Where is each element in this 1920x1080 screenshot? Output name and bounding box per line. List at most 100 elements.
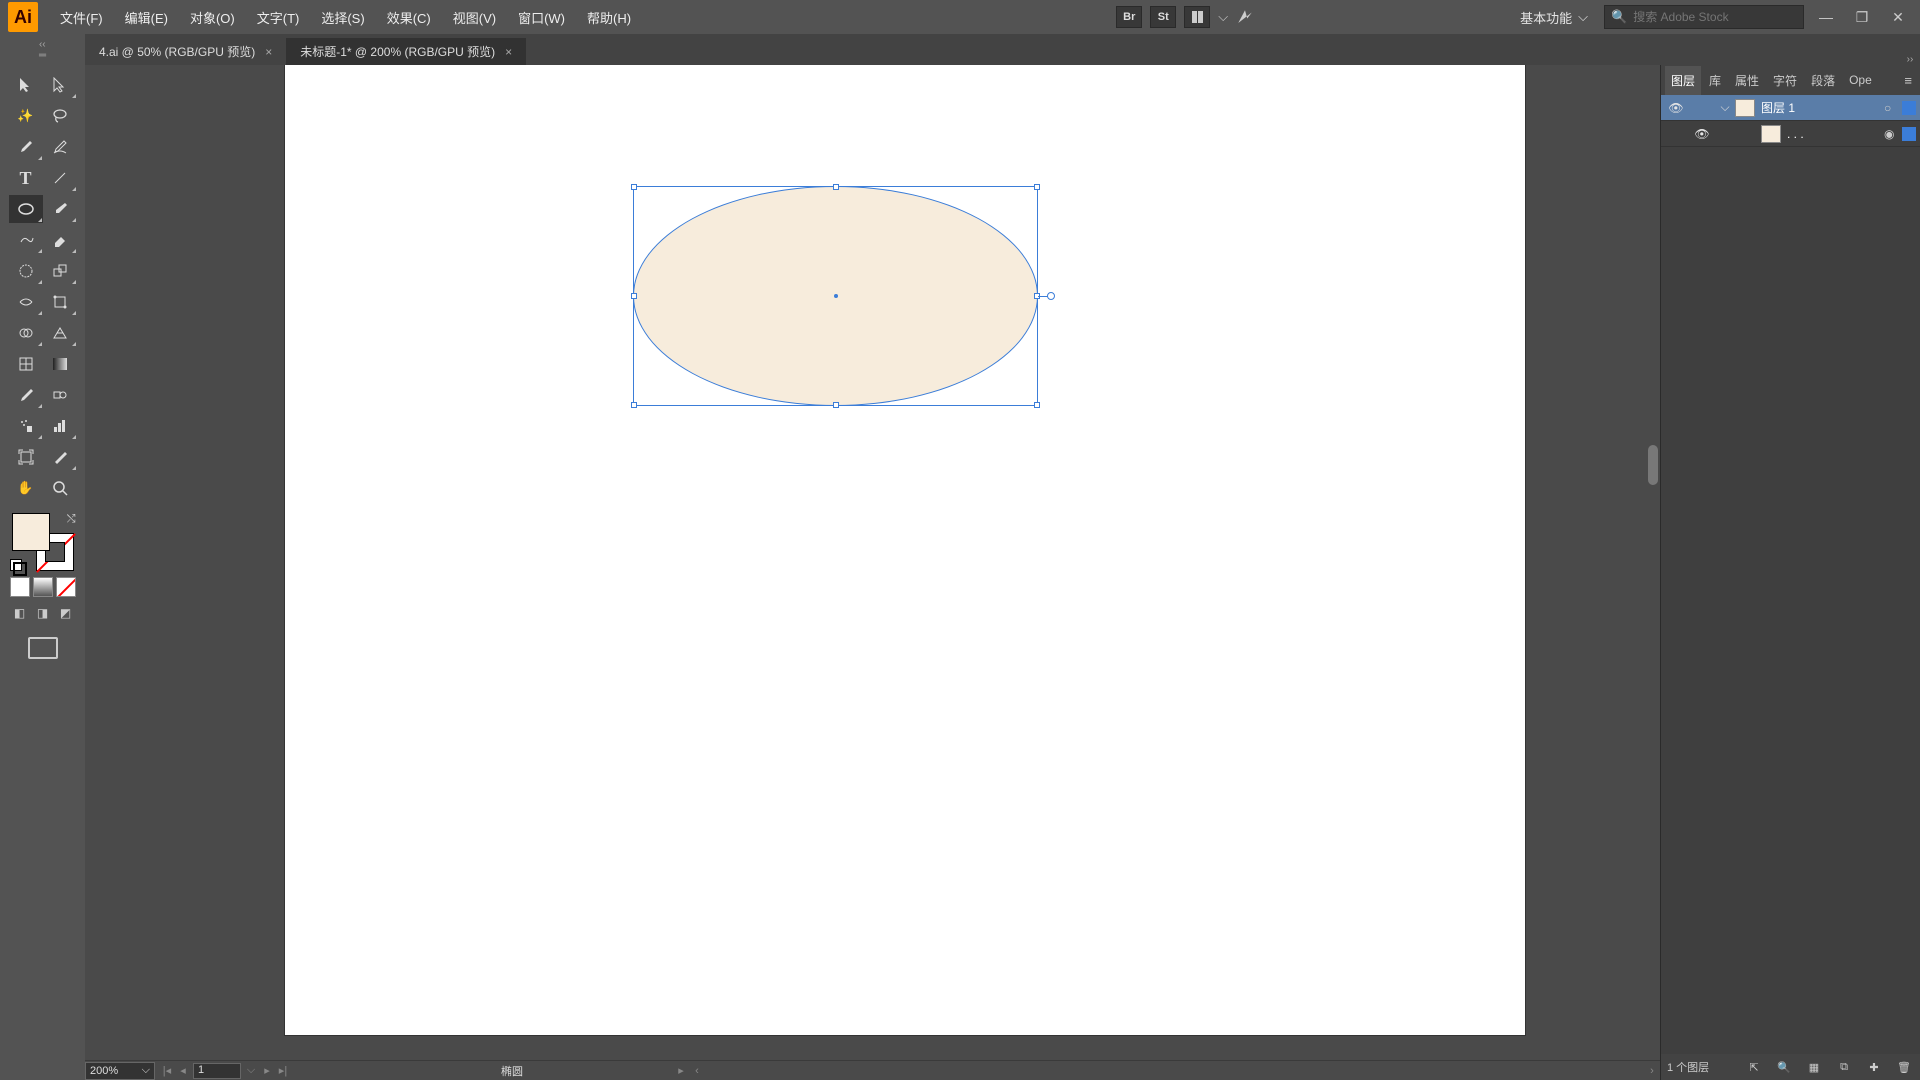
free-transform-tool[interactable] xyxy=(43,288,77,316)
tab-paragraph[interactable]: 段落 xyxy=(1805,66,1841,95)
rotate-handle[interactable] xyxy=(1047,292,1055,300)
scroll-left-button[interactable]: ‹ xyxy=(689,1065,705,1077)
menu-edit[interactable]: 编辑(E) xyxy=(115,2,178,33)
lasso-tool[interactable] xyxy=(43,102,77,130)
horizontal-scrollbar[interactable] xyxy=(711,1065,1638,1077)
visibility-toggle-icon[interactable]: 👁 xyxy=(1661,101,1691,115)
target-icon[interactable]: ◉ xyxy=(1884,127,1902,141)
selection-tool[interactable] xyxy=(9,71,43,99)
chevron-down-icon[interactable]: ⌵ xyxy=(1218,9,1228,25)
hand-tool[interactable]: ✋ xyxy=(9,474,43,502)
new-sublayer-icon[interactable]: ⧉ xyxy=(1834,1061,1854,1074)
slice-tool[interactable] xyxy=(43,443,77,471)
blend-tool[interactable] xyxy=(43,381,77,409)
type-tool[interactable]: T xyxy=(9,164,43,192)
menu-select[interactable]: 选择(S) xyxy=(311,2,374,33)
expand-layer-icon[interactable]: ⌵ xyxy=(1715,100,1735,115)
line-tool[interactable] xyxy=(43,164,77,192)
menu-window[interactable]: 窗口(W) xyxy=(508,2,575,33)
export-icon[interactable]: ⇱ xyxy=(1744,1061,1764,1074)
vertical-scrollbar[interactable] xyxy=(1646,65,1660,1040)
doc-tab-2[interactable]: 未标题-1* @ 200% (RGB/GPU 预览)× xyxy=(286,38,526,65)
delete-layer-icon[interactable]: 🗑 xyxy=(1894,1061,1914,1074)
width-tool[interactable] xyxy=(9,288,43,316)
new-layer-icon[interactable]: ✚ xyxy=(1864,1061,1884,1074)
clip-mask-icon[interactable]: ▦ xyxy=(1804,1061,1824,1074)
mesh-tool[interactable] xyxy=(9,350,43,378)
close-button[interactable]: ✕ xyxy=(1884,7,1912,27)
bridge-button[interactable]: Br xyxy=(1116,6,1142,28)
stock-button[interactable]: St xyxy=(1150,6,1176,28)
tab-opentype[interactable]: Ope xyxy=(1843,67,1878,93)
default-fill-stroke-icon[interactable] xyxy=(10,559,22,571)
close-tab-icon[interactable]: × xyxy=(265,45,272,59)
document-view[interactable] xyxy=(85,65,1660,1060)
chevron-down-icon[interactable]: ⌵ xyxy=(243,1064,259,1077)
artboard[interactable] xyxy=(285,65,1525,1035)
arrange-docs-button[interactable] xyxy=(1184,6,1210,28)
curvature-tool[interactable] xyxy=(43,133,77,161)
selection-indicator[interactable] xyxy=(1902,101,1916,115)
tab-properties[interactable]: 属性 xyxy=(1729,66,1765,95)
shaper-tool[interactable] xyxy=(9,226,43,254)
draw-behind-button[interactable]: ◨ xyxy=(33,603,53,623)
layer-name[interactable]: 图层 1 xyxy=(1761,99,1884,116)
target-icon[interactable]: ○ xyxy=(1884,101,1902,115)
gradient-mode-button[interactable] xyxy=(33,577,53,597)
artboard-number-input[interactable]: 1 xyxy=(193,1063,241,1079)
tab-character[interactable]: 字符 xyxy=(1767,66,1803,95)
fill-swatch[interactable] xyxy=(12,513,50,551)
draw-inside-button[interactable]: ◩ xyxy=(56,603,76,623)
close-tab-icon[interactable]: × xyxy=(505,45,512,59)
minimize-button[interactable]: — xyxy=(1812,7,1840,27)
locate-object-icon[interactable]: 🔍 xyxy=(1774,1061,1794,1074)
workspace-switcher[interactable]: 基本功能⌵ xyxy=(1512,4,1596,31)
tab-libraries[interactable]: 库 xyxy=(1703,66,1727,95)
eyedropper-tool[interactable] xyxy=(9,381,43,409)
fill-stroke-control[interactable]: ⤭ xyxy=(8,513,78,571)
graph-tool[interactable] xyxy=(43,412,77,440)
prev-artboard-button[interactable]: ◂ xyxy=(175,1064,191,1077)
none-mode-button[interactable] xyxy=(56,577,76,597)
zoom-tool[interactable] xyxy=(43,474,77,502)
draw-normal-button[interactable]: ◧ xyxy=(10,603,30,623)
artboard-tool[interactable] xyxy=(9,443,43,471)
ellipse-tool[interactable] xyxy=(9,195,43,223)
gradient-tool[interactable] xyxy=(43,350,77,378)
sublayer-name[interactable]: . . . xyxy=(1787,127,1884,141)
magic-wand-tool[interactable]: ✨ xyxy=(9,102,43,130)
swap-fill-stroke-icon[interactable]: ⤭ xyxy=(67,513,76,526)
maximize-button[interactable]: ❐ xyxy=(1848,7,1876,27)
last-artboard-button[interactable]: ▸| xyxy=(275,1064,291,1077)
panel-menu-icon[interactable]: ≡ xyxy=(1900,69,1916,92)
screen-mode-button[interactable] xyxy=(28,637,58,659)
perspective-tool[interactable] xyxy=(43,319,77,347)
scroll-right-button[interactable]: › xyxy=(1644,1065,1660,1077)
symbol-sprayer-tool[interactable] xyxy=(9,412,43,440)
menu-view[interactable]: 视图(V) xyxy=(443,2,506,33)
doc-tab-1[interactable]: 4.ai @ 50% (RGB/GPU 预览)× xyxy=(85,38,286,65)
ellipse-shape[interactable] xyxy=(633,186,1038,406)
gpu-icon[interactable] xyxy=(1236,8,1256,26)
zoom-level-select[interactable]: 200%⌵ xyxy=(85,1062,155,1080)
rotate-tool[interactable] xyxy=(9,257,43,285)
menu-type[interactable]: 文字(T) xyxy=(247,2,310,33)
menu-help[interactable]: 帮助(H) xyxy=(577,2,641,33)
search-input[interactable] xyxy=(1633,10,1797,24)
layer-row[interactable]: 👁 ⌵ 图层 1 ○ xyxy=(1661,95,1920,121)
selection-indicator[interactable] xyxy=(1902,127,1916,141)
menu-file[interactable]: 文件(F) xyxy=(50,2,113,33)
menu-effect[interactable]: 效果(C) xyxy=(377,2,441,33)
sublayer-row[interactable]: 👁 . . . ◉ xyxy=(1661,121,1920,147)
visibility-toggle-icon[interactable]: 👁 xyxy=(1687,127,1717,141)
menu-object[interactable]: 对象(O) xyxy=(180,2,245,33)
tab-layers[interactable]: 图层 xyxy=(1665,66,1701,95)
first-artboard-button[interactable]: |◂ xyxy=(159,1064,175,1077)
stock-search[interactable]: 🔍 xyxy=(1604,5,1804,29)
scale-tool[interactable] xyxy=(43,257,77,285)
eraser-tool[interactable] xyxy=(43,226,77,254)
direct-selection-tool[interactable] xyxy=(43,71,77,99)
color-mode-button[interactable] xyxy=(10,577,30,597)
collapse-right-icon[interactable]: ›› xyxy=(1900,46,1920,65)
play-icon[interactable]: ▸ xyxy=(673,1064,689,1077)
